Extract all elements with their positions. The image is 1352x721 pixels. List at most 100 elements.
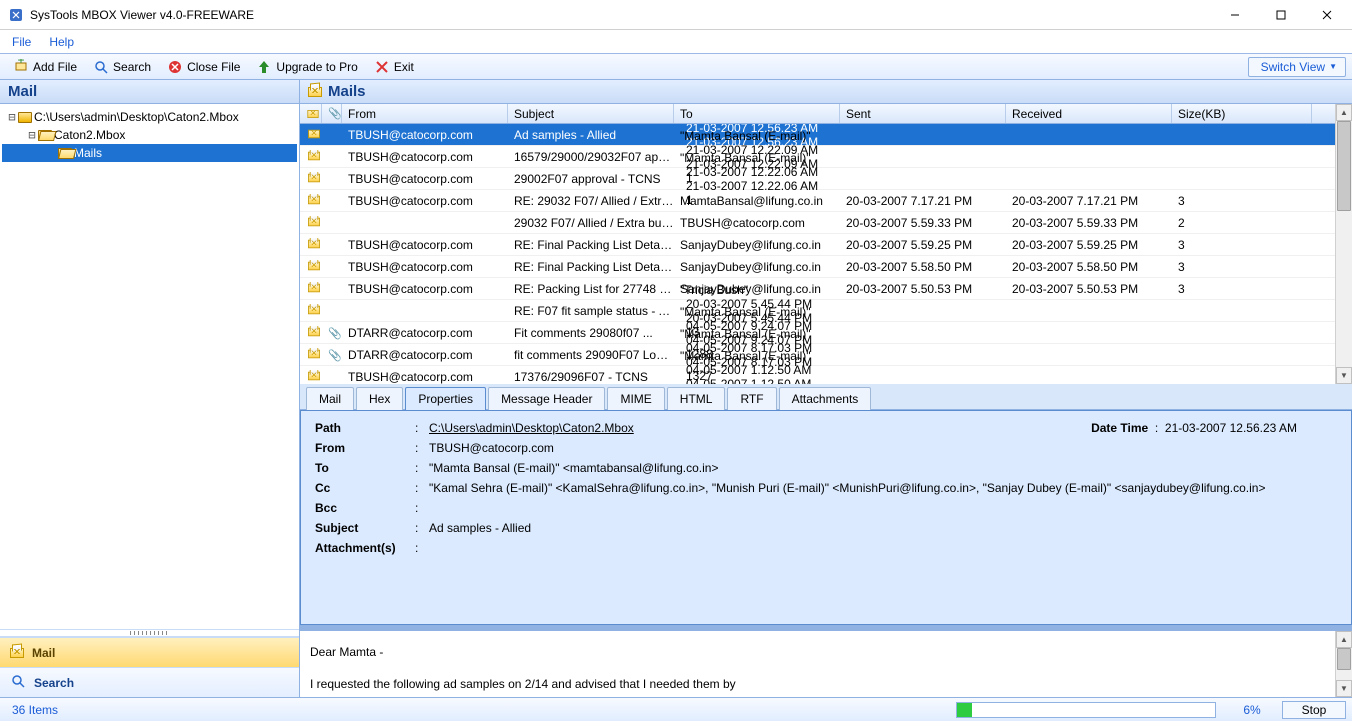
scroll-thumb[interactable] xyxy=(1337,121,1351,211)
tree-root[interactable]: ⊟ C:\Users\admin\Desktop\Caton2.Mbox xyxy=(2,108,297,126)
sidebar-grip[interactable] xyxy=(0,629,299,637)
mail-row[interactable]: TBUSH@catocorp.comRE: Final Packing List… xyxy=(300,234,1335,256)
exit-button[interactable]: Exit xyxy=(367,56,421,78)
detail-subject-label: Subject xyxy=(315,521,415,535)
row-icon xyxy=(300,238,322,252)
close-file-button[interactable]: Close File xyxy=(160,56,247,78)
row-sent: 04-05-2007 1.12.50 AM xyxy=(680,363,840,377)
attachment-icon: 📎 xyxy=(328,350,342,362)
scroll-up-button[interactable]: ▲ xyxy=(1336,104,1352,121)
col-received[interactable]: Received xyxy=(1006,104,1172,123)
progress-bar xyxy=(956,702,1216,718)
row-received: 20-03-2007 5.59.25 PM xyxy=(1006,238,1172,252)
row-subject: 29032 F07/ Allied / Extra butt... xyxy=(508,216,674,230)
body-line-1: Dear Mamta - xyxy=(310,645,1325,659)
scroll-down-button[interactable]: ▼ xyxy=(1336,367,1352,384)
collapse-icon[interactable]: ⊟ xyxy=(6,110,18,124)
mail-row[interactable]: TBUSH@catocorp.com17376/29096F07 - TCNS"… xyxy=(300,366,1335,384)
tree-child[interactable]: ⊟ Caton2.Mbox xyxy=(2,126,297,144)
upgrade-button[interactable]: Upgrade to Pro xyxy=(249,56,364,78)
tree-leaf-mails[interactable]: Mails xyxy=(2,144,297,162)
row-from: TBUSH@catocorp.com xyxy=(342,282,508,296)
col-from[interactable]: From xyxy=(342,104,508,123)
minimize-button[interactable] xyxy=(1212,0,1258,30)
row-sent: 21-03-2007 12.22.06 AM xyxy=(680,165,840,179)
tab-properties[interactable]: Properties xyxy=(405,387,486,410)
tab-rtf[interactable]: RTF xyxy=(727,387,776,410)
row-icon xyxy=(300,194,322,208)
add-file-button[interactable]: + Add File xyxy=(6,56,84,78)
close-button[interactable] xyxy=(1304,0,1350,30)
tree-child-label: Caton2.Mbox xyxy=(52,128,127,142)
col-sent[interactable]: Sent xyxy=(840,104,1006,123)
row-sent: 20-03-2007 7.17.21 PM xyxy=(840,194,1006,208)
col-attachment[interactable]: 📎 xyxy=(322,104,342,123)
search-icon xyxy=(10,673,26,692)
tab-html[interactable]: HTML xyxy=(667,387,726,410)
mail-row[interactable]: 29032 F07/ Allied / Extra butt...TBUSH@c… xyxy=(300,212,1335,234)
upgrade-icon xyxy=(256,59,272,75)
title-bar: SysTools MBOX Viewer v4.0-FREEWARE xyxy=(0,0,1352,30)
row-received: 20-03-2007 5.50.53 PM xyxy=(1006,282,1172,296)
row-icon xyxy=(300,150,322,164)
switch-view-button[interactable]: Switch View ▼ xyxy=(1248,57,1346,77)
tab-hex[interactable]: Hex xyxy=(356,387,403,410)
grid-scrollbar[interactable]: ▲ ▼ xyxy=(1335,104,1352,384)
menu-help[interactable]: Help xyxy=(49,35,74,49)
mail-detail-pane: Path : C:\Users\admin\Desktop\Caton2.Mbo… xyxy=(300,410,1352,625)
detail-to-label: To xyxy=(315,461,415,475)
upgrade-label: Upgrade to Pro xyxy=(276,60,357,74)
mail-row[interactable]: TBUSH@catocorp.com29002F07 approval - TC… xyxy=(300,168,1335,190)
detail-to-value: "Mamta Bansal (E-mail)" <mamtabansal@lif… xyxy=(429,461,1337,475)
add-file-label: Add File xyxy=(33,60,77,74)
tab-attachments[interactable]: Attachments xyxy=(779,387,872,410)
folder-open-icon xyxy=(38,130,52,141)
search-label: Search xyxy=(113,60,151,74)
maximize-button[interactable] xyxy=(1258,0,1304,30)
detail-subject-value: Ad samples - Allied xyxy=(429,521,1337,535)
row-received: 20-03-2007 5.58.50 PM xyxy=(1006,260,1172,274)
row-subject: RE: 29032 F07/ Allied / Extra ... xyxy=(508,194,674,208)
col-to[interactable]: To xyxy=(674,104,840,123)
progress-fill xyxy=(957,703,972,717)
row-sent: 20-03-2007 5.58.50 PM xyxy=(840,260,1006,274)
menu-file[interactable]: File xyxy=(12,35,31,49)
stop-button[interactable]: Stop xyxy=(1282,701,1346,719)
grid-header: 📎 From Subject To Sent Received Size(KB) xyxy=(300,104,1335,124)
tree-root-label: C:\Users\admin\Desktop\Caton2.Mbox xyxy=(32,110,241,124)
sidebar: Mail ⊟ C:\Users\admin\Desktop\Caton2.Mbo… xyxy=(0,80,300,697)
tab-mime[interactable]: MIME xyxy=(607,387,664,410)
tab-message-header[interactable]: Message Header xyxy=(488,387,605,410)
scroll-up-button[interactable]: ▲ xyxy=(1336,631,1352,648)
envelope-icon xyxy=(308,371,320,380)
app-icon xyxy=(8,7,24,23)
body-scrollbar[interactable]: ▲ ▼ xyxy=(1335,631,1352,697)
row-from: TBUSH@catocorp.com xyxy=(342,260,508,274)
row-subject: RE: Final Packing List Detail f... xyxy=(508,260,674,274)
sidebar-btn-mail[interactable]: Mail xyxy=(0,637,299,667)
envelope-icon xyxy=(308,283,320,292)
col-subject[interactable]: Subject xyxy=(508,104,674,123)
tab-mail[interactable]: Mail xyxy=(306,387,354,410)
row-to: MamtaBansal@lifung.co.in xyxy=(674,194,840,208)
switch-view-label: Switch View xyxy=(1261,60,1325,74)
col-icon[interactable] xyxy=(300,104,322,123)
body-line-2: I requested the following ad samples on … xyxy=(310,677,1325,691)
col-size[interactable]: Size(KB) xyxy=(1172,104,1312,123)
sidebar-btn-search[interactable]: Search xyxy=(0,667,299,697)
search-button[interactable]: Search xyxy=(86,56,158,78)
detail-cc-value: "Kamal Sehra (E-mail)" <KamalSehra@lifun… xyxy=(429,481,1337,495)
scroll-thumb[interactable] xyxy=(1337,648,1351,670)
mail-row[interactable]: TBUSH@catocorp.comRE: 29032 F07/ Allied … xyxy=(300,190,1335,212)
row-icon xyxy=(300,326,322,340)
row-to: SanjayDubey@lifung.co.in xyxy=(674,238,840,252)
row-to: TBUSH@catocorp.com xyxy=(674,216,840,230)
scroll-down-button[interactable]: ▼ xyxy=(1336,680,1352,697)
mail-grid[interactable]: 📎 From Subject To Sent Received Size(KB)… xyxy=(300,104,1335,384)
row-received: 20-03-2007 7.17.21 PM xyxy=(1006,194,1172,208)
collapse-icon[interactable]: ⊟ xyxy=(26,128,38,142)
folder-icon xyxy=(18,112,32,123)
envelope-icon xyxy=(307,110,318,118)
mail-row[interactable]: TBUSH@catocorp.comRE: Final Packing List… xyxy=(300,256,1335,278)
folder-tree[interactable]: ⊟ C:\Users\admin\Desktop\Caton2.Mbox ⊟ C… xyxy=(0,104,299,629)
